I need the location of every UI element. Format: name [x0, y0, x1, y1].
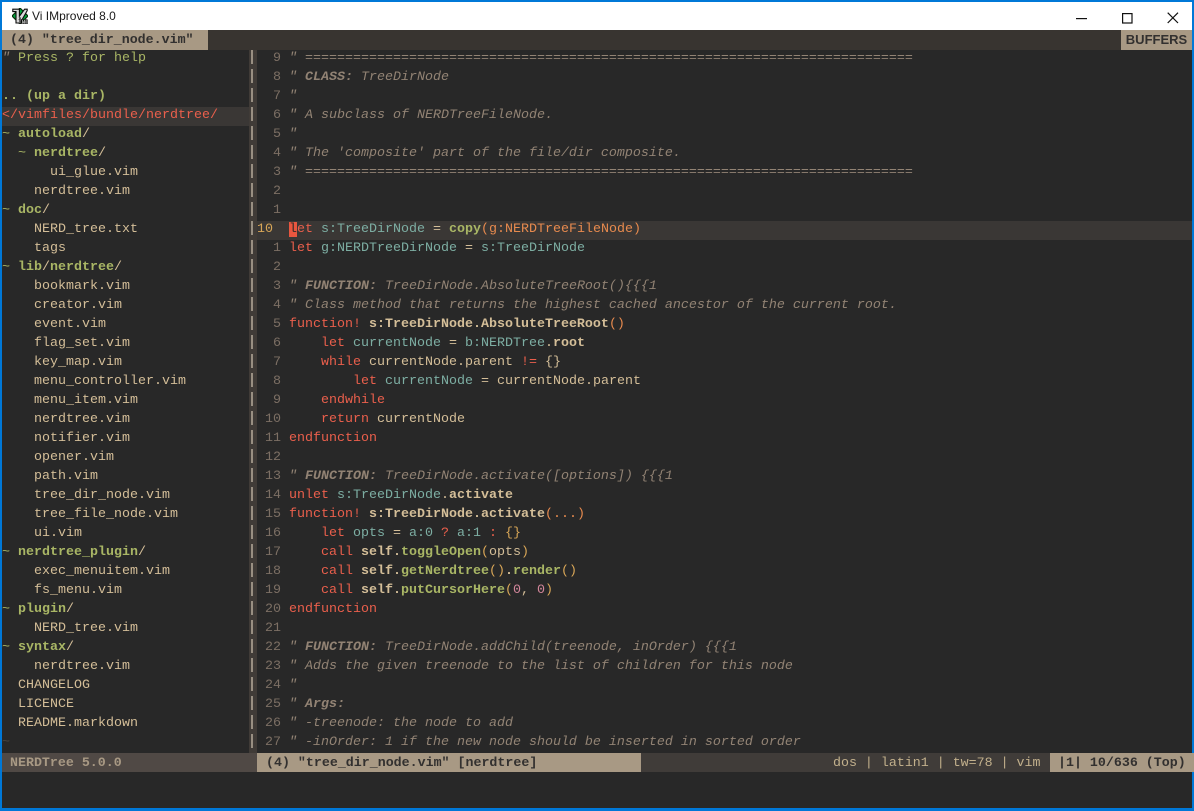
- svg-text:im: im: [19, 16, 28, 24]
